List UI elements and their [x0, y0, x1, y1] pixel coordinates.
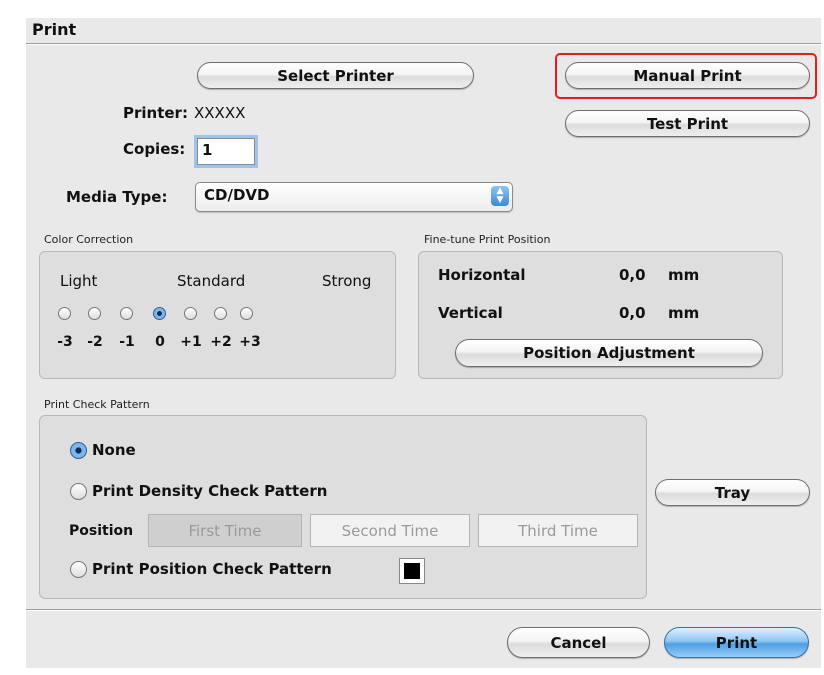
bottom-divider-highlight — [26, 610, 821, 611]
printer-label: Printer: — [123, 104, 188, 122]
vertical-label: Vertical — [438, 304, 503, 322]
pattern-density-radio[interactable] — [70, 483, 87, 500]
color-strong-label: Strong — [322, 272, 372, 290]
copies-label: Copies: — [123, 140, 186, 158]
manual-print-button[interactable]: Manual Print — [565, 62, 810, 89]
pattern-none-radio[interactable] — [70, 442, 87, 459]
media-type-label: Media Type: — [66, 188, 168, 206]
printer-name: XXXXX — [194, 104, 246, 122]
test-print-button[interactable]: Test Print — [565, 110, 810, 137]
title-divider-highlight — [26, 44, 821, 45]
color-tick: -1 — [119, 334, 135, 350]
black-swatch-icon[interactable] — [399, 558, 425, 584]
second-time-segment[interactable]: Second Time — [310, 514, 470, 547]
color-tick: +1 — [180, 334, 202, 350]
horizontal-unit: mm — [668, 266, 700, 284]
fine-tune-title: Fine-tune Print Position — [424, 233, 551, 246]
cancel-button[interactable]: Cancel — [507, 627, 650, 658]
media-type-value: CD/DVD — [204, 186, 270, 204]
select-printer-button[interactable]: Select Printer — [197, 62, 474, 89]
color-radio-plus3[interactable] — [240, 307, 253, 320]
color-radio-plus2[interactable] — [214, 307, 227, 320]
tray-button[interactable]: Tray — [655, 479, 810, 506]
updown-arrows-icon: ▲ ▼ — [491, 186, 509, 206]
color-tick: -2 — [87, 334, 103, 350]
check-pattern-title: Print Check Pattern — [44, 398, 150, 411]
print-button[interactable]: Print — [664, 627, 809, 658]
color-tick: +2 — [210, 334, 232, 350]
color-radio-minus3[interactable] — [58, 307, 71, 320]
color-radio-minus2[interactable] — [88, 307, 101, 320]
color-radio-0[interactable] — [153, 307, 166, 320]
color-light-label: Light — [60, 272, 98, 290]
vertical-unit: mm — [668, 304, 700, 322]
color-tick: 0 — [155, 334, 165, 350]
color-standard-label: Standard — [177, 272, 246, 290]
horizontal-value: 0,0 — [619, 266, 646, 284]
media-type-select[interactable]: CD/DVD ▲ ▼ — [195, 182, 513, 212]
position-label: Position — [69, 523, 134, 539]
third-time-segment[interactable]: Third Time — [478, 514, 638, 547]
pattern-density-label[interactable]: Print Density Check Pattern — [92, 482, 327, 500]
color-tick: -3 — [57, 334, 73, 350]
color-correction-title: Color Correction — [44, 233, 134, 246]
vertical-value: 0,0 — [619, 304, 646, 322]
position-adjustment-button[interactable]: Position Adjustment — [455, 339, 763, 367]
color-radio-plus1[interactable] — [184, 307, 197, 320]
pattern-none-label[interactable]: None — [92, 441, 136, 459]
copies-field[interactable]: 1 — [197, 138, 255, 165]
dialog-title: Print — [32, 20, 77, 39]
color-tick: +3 — [239, 334, 261, 350]
pattern-position-label[interactable]: Print Position Check Pattern — [92, 560, 332, 578]
first-time-segment[interactable]: First Time — [148, 514, 302, 547]
color-radio-minus1[interactable] — [120, 307, 133, 320]
horizontal-label: Horizontal — [438, 266, 526, 284]
pattern-position-radio[interactable] — [70, 561, 87, 578]
